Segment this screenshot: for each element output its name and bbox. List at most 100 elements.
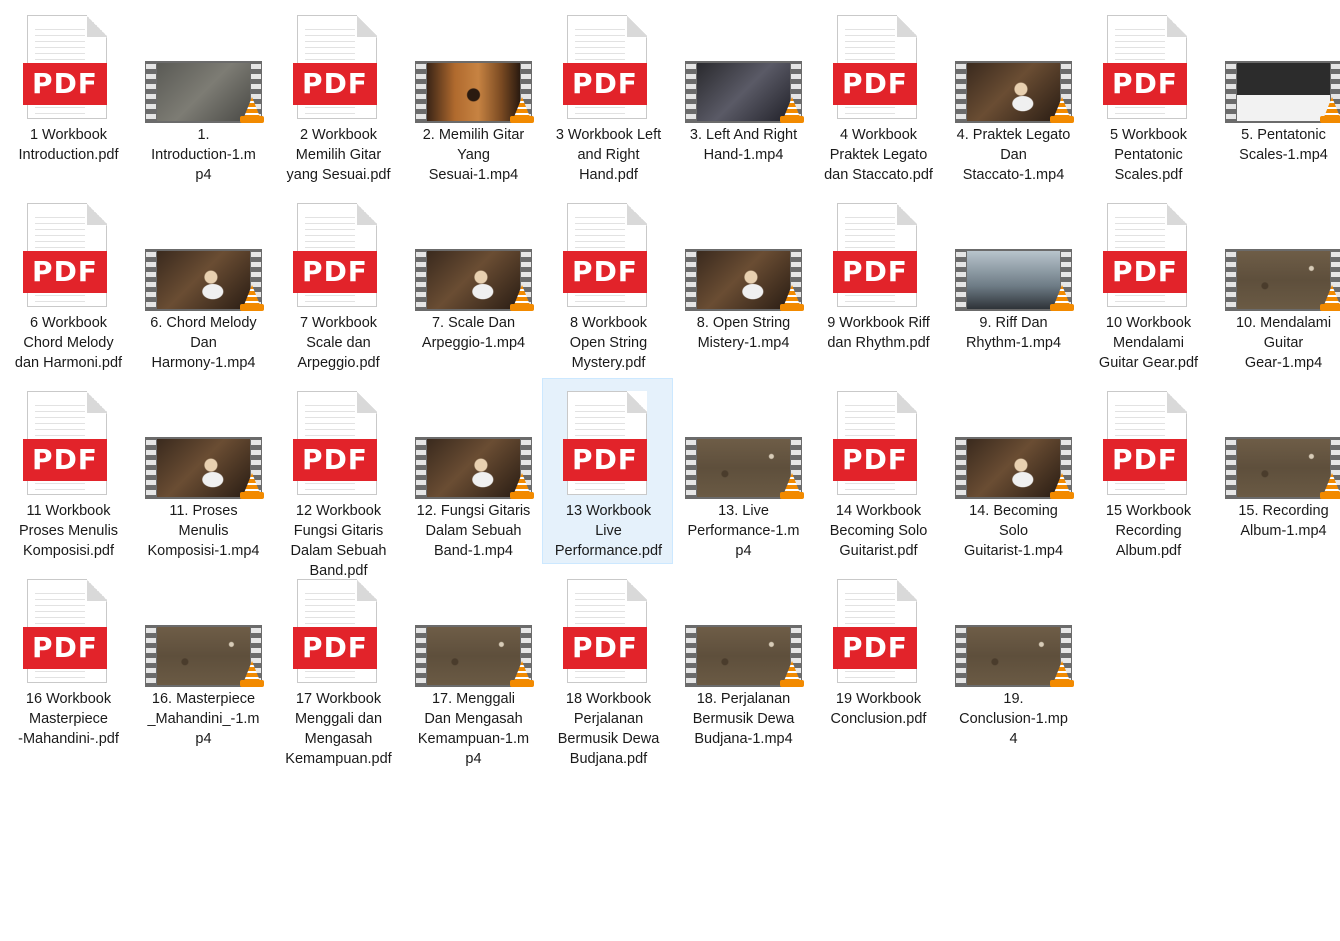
cone-body — [1324, 473, 1340, 493]
file-item[interactable]: PDF 10 Workbook Mendalami Guitar Gear.pdf — [1082, 190, 1213, 376]
file-item[interactable]: 5. Pentatonic Scales-1.mp4 — [1217, 2, 1340, 188]
file-item[interactable]: PDF 11 Workbook Proses Menulis Komposisi.pd… — [2, 378, 133, 564]
file-name-line: 2. Memilih Gitar — [422, 127, 525, 143]
page-fold — [1167, 15, 1187, 37]
file-item[interactable]: 8. Open String Mistery-1.mp4 — [677, 190, 808, 376]
file-name-line: Guitar — [1263, 335, 1304, 351]
page-fold — [87, 203, 107, 225]
file-item[interactable]: 9. Riff Dan Rhythm-1.mp4 — [947, 190, 1078, 376]
vlc-cone-icon — [240, 285, 264, 311]
cone-base — [510, 116, 534, 123]
file-item[interactable]: 15. Recording Album-1.mp4 — [1217, 378, 1340, 564]
file-item[interactable]: 4. Praktek Legato Dan Staccato-1.mp4 — [947, 2, 1078, 188]
file-item[interactable]: PDF 5 Workbook Pentatonic Scales.pdf — [1082, 2, 1213, 188]
file-item[interactable]: 13. Live Performance-1.m p4 — [677, 378, 808, 564]
file-name-line: 1 Workbook — [29, 127, 108, 143]
page-fold — [897, 579, 917, 601]
film-sprockets-left — [416, 625, 426, 687]
file-name-line: Perjalanan — [573, 711, 644, 727]
file-name-label: 10. Mendalami Guitar Gear-1.mp4 — [1218, 313, 1340, 373]
file-item[interactable]: PDF 1 Workbook Introduction.pdf — [2, 2, 133, 188]
video-frame — [427, 627, 520, 685]
file-item[interactable]: PDF 4 Workbook Praktek Legato dan Staccato.… — [812, 2, 943, 188]
pdf-file-icon: PDF — [1103, 203, 1187, 307]
file-item[interactable]: PDF 3 Workbook Left and Right Hand.pdf — [542, 2, 673, 188]
cone-body — [784, 473, 800, 493]
file-item[interactable]: 1. Introduction-1.m p4 — [137, 2, 268, 188]
video-frame — [1237, 63, 1330, 121]
file-item[interactable]: 19. Conclusion-1.mp 4 — [947, 566, 1078, 752]
file-item[interactable]: PDF 15 Workbook Recording Album.pdf — [1082, 378, 1213, 564]
file-item[interactable]: PDF 19 Workbook Conclusion.pdf — [812, 566, 943, 752]
video-thumbnail-icon — [145, 625, 264, 687]
page-fold — [357, 203, 377, 225]
file-name-line: 9. Riff Dan — [979, 315, 1048, 331]
file-thumbnail: PDF — [1083, 379, 1214, 499]
cone-body — [1054, 285, 1070, 305]
file-name-line: 18 Workbook — [565, 691, 652, 707]
cone-base — [780, 680, 804, 687]
video-frame — [697, 627, 790, 685]
file-item[interactable]: 16. Masterpiece _Mahandini_-1.m p4 — [137, 566, 268, 752]
film-sprockets-left — [1226, 61, 1236, 123]
cone-body — [514, 285, 530, 305]
file-item[interactable]: PDF 12 Workbook Fungsi Gitaris Dalam Sebuah… — [272, 378, 403, 579]
file-item[interactable]: 11. Proses Menulis Komposisi-1.mp4 — [137, 378, 268, 564]
file-item[interactable]: 14. Becoming Solo Guitarist-1.mp4 — [947, 378, 1078, 564]
pdf-badge: PDF — [833, 63, 917, 105]
file-item[interactable]: PDF 6 Workbook Chord Melody dan Harmoni.pdf — [2, 190, 133, 376]
file-thumbnail — [678, 191, 809, 311]
file-thumbnail — [138, 379, 269, 499]
pdf-file-icon: PDF — [563, 203, 647, 307]
file-thumbnail: PDF — [813, 379, 944, 499]
file-thumbnail: PDF — [3, 3, 134, 123]
cone-base — [1050, 680, 1074, 687]
file-item[interactable]: PDF 16 Workbook Masterpiece -Mahandini-.pdf — [2, 566, 133, 752]
file-name-label: 12. Fungsi Gitaris Dalam Sebuah Band-1.mp4 — [408, 501, 539, 561]
file-item[interactable]: 3. Left And Right Hand-1.mp4 — [677, 2, 808, 188]
file-name-line: 11. Proses — [169, 503, 238, 519]
video-thumbnail-icon — [1225, 61, 1340, 123]
file-item[interactable]: PDF 13 Workbook Live Performance.pdf — [542, 378, 673, 564]
file-item[interactable]: PDF 9 Workbook Riff dan Rhythm.pdf — [812, 190, 943, 376]
pdf-badge: PDF — [563, 627, 647, 669]
page-fold — [897, 15, 917, 37]
file-name-label: 10 Workbook Mendalami Guitar Gear.pdf — [1083, 313, 1214, 373]
cone-body — [784, 97, 800, 117]
file-item[interactable]: PDF 14 Workbook Becoming Solo Guitarist.pdf — [812, 378, 943, 564]
file-name-line: Dan Mengasah — [424, 711, 523, 727]
file-name-line: 2 Workbook — [299, 127, 378, 143]
file-name-line: Mystery.pdf — [571, 355, 646, 371]
file-item[interactable]: PDF 8 Workbook Open String Mystery.pdf — [542, 190, 673, 376]
file-thumbnail — [948, 379, 1079, 499]
file-item[interactable]: 6. Chord Melody Dan Harmony-1.mp4 — [137, 190, 268, 376]
file-item[interactable]: 17. Menggali Dan Mengasah Kemampuan-1.m p4 — [407, 566, 538, 767]
video-frame — [427, 63, 520, 121]
page-fold — [627, 579, 647, 601]
file-thumbnail: PDF — [3, 191, 134, 311]
file-name-line: Mengasah — [304, 731, 373, 747]
cone-body — [244, 473, 260, 493]
file-thumbnail: PDF — [813, 3, 944, 123]
pdf-badge: PDF — [23, 63, 107, 105]
cone-body — [244, 661, 260, 681]
file-item[interactable]: PDF 7 Workbook Scale dan Arpeggio.pdf — [272, 190, 403, 376]
vlc-cone-icon — [780, 473, 804, 499]
file-name-label: 15. Recording Album-1.mp4 — [1218, 501, 1340, 541]
pdf-badge: PDF — [563, 439, 647, 481]
file-item[interactable]: 2. Memilih Gitar Yang Sesuai-1.mp4 — [407, 2, 538, 188]
video-thumbnail-icon — [415, 61, 534, 123]
file-item[interactable]: PDF 17 Workbook Menggali dan Mengasah Kemamp… — [272, 566, 403, 767]
file-item[interactable]: 7. Scale Dan Arpeggio-1.mp4 — [407, 190, 538, 376]
file-thumbnail: PDF — [543, 191, 674, 311]
file-icon-grid: PDF 1 Workbook Introduction.pdf 1. Introduct… — [0, 0, 1340, 941]
file-item[interactable]: PDF 18 Workbook Perjalanan Bermusik Dewa Bud… — [542, 566, 673, 767]
file-item[interactable]: 12. Fungsi Gitaris Dalam Sebuah Band-1.mp4 — [407, 378, 538, 564]
pdf-badge: PDF — [563, 251, 647, 293]
film-sprockets-left — [686, 437, 696, 499]
vlc-cone-icon — [1050, 473, 1074, 499]
file-item[interactable]: 10. Mendalami Guitar Gear-1.mp4 — [1217, 190, 1340, 376]
video-frame — [967, 439, 1060, 497]
file-item[interactable]: 18. Perjalanan Bermusik Dewa Budjana-1.mp4 — [677, 566, 808, 752]
file-item[interactable]: PDF 2 Workbook Memilih Gitar yang Sesuai.pd… — [272, 2, 403, 188]
